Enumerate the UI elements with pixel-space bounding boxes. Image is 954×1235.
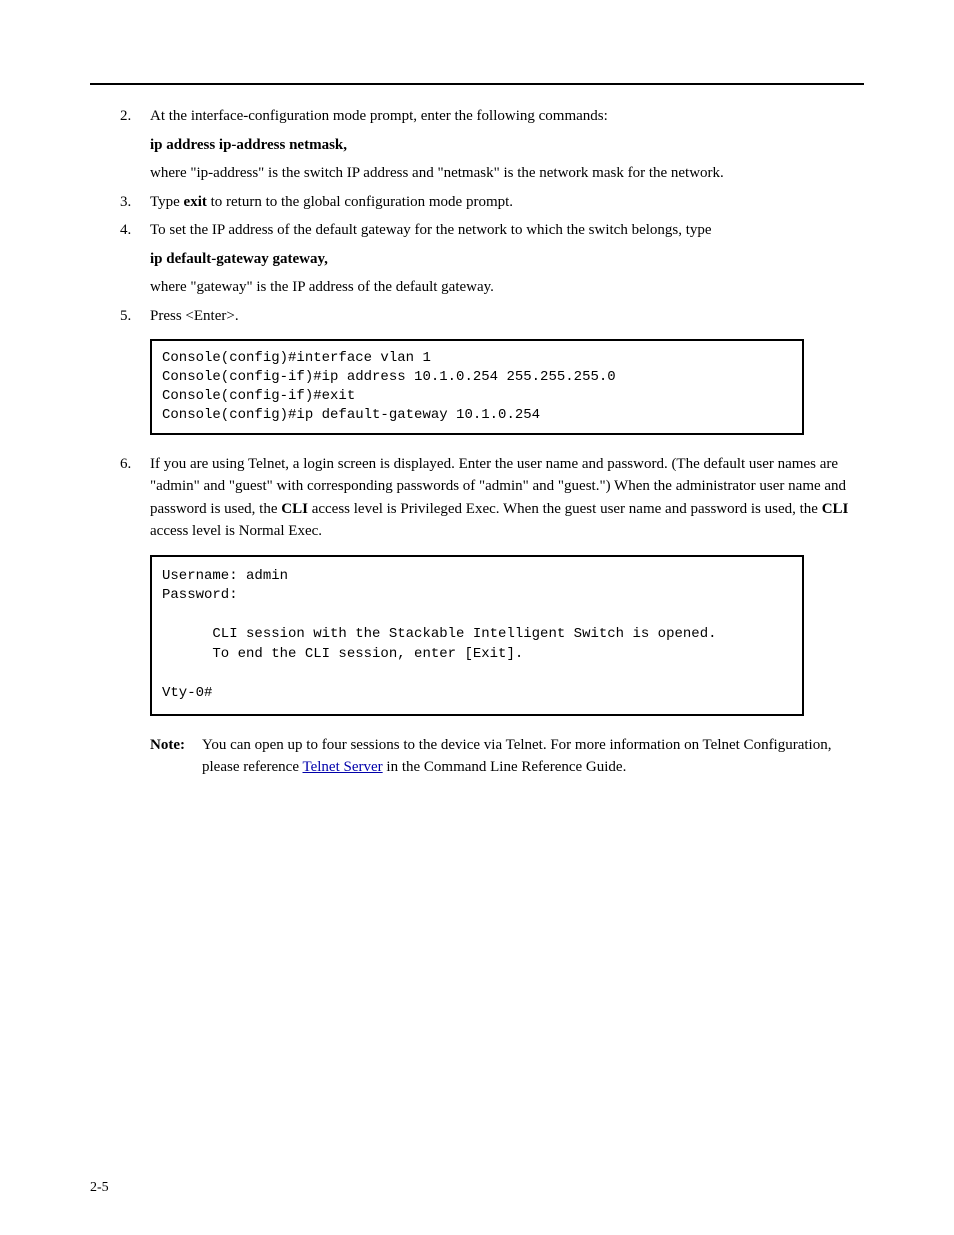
note-text-b: in the Command Line Reference Guide. (383, 759, 627, 775)
page-number: 2-5 (90, 1180, 109, 1196)
note-block: Note: You can open up to four sessions t… (150, 734, 864, 779)
cli-term-2: CLI (822, 501, 849, 517)
step-4-command: ip default-gateway gateway, (150, 248, 864, 271)
step-4-number: 4. (90, 219, 150, 242)
step-3-number: 3. (90, 191, 150, 214)
step-2: 2. At the interface-configuration mode p… (90, 105, 864, 128)
step-2-text: At the interface-configuration mode prom… (150, 105, 864, 128)
step-4-text: To set the IP address of the default gat… (150, 219, 864, 242)
step-6-text-c: access level is Normal Exec. (150, 523, 322, 539)
step-2-command: ip address ip-address netmask, (150, 134, 864, 157)
page-content: 2. At the interface-configuration mode p… (90, 105, 864, 779)
step-6-text: If you are using Telnet, a login screen … (150, 453, 864, 543)
step-5-text: Press <Enter>. (150, 305, 864, 328)
step-4-where: where "gateway" is the IP address of the… (150, 276, 864, 299)
note-text: You can open up to four sessions to the … (202, 734, 864, 779)
step-4: 4. To set the IP address of the default … (90, 219, 864, 242)
step-6-number: 6. (90, 453, 150, 543)
step-3-text: Type exit to return to the global config… (150, 191, 864, 214)
page-header-rule (90, 55, 864, 85)
step-4-command-bold: ip default-gateway gateway, (150, 251, 328, 267)
cli-output-box-2: Username: admin Password: CLI session wi… (150, 555, 804, 716)
step-2-command-bold: ip address ip-address netmask, (150, 137, 347, 153)
step-3: 3. Type exit to return to the global con… (90, 191, 864, 214)
step-6: 6. If you are using Telnet, a login scre… (90, 453, 864, 543)
cli-output-box-1: Console(config)#interface vlan 1 Console… (150, 339, 804, 435)
telnet-server-link[interactable]: Telnet Server (302, 759, 382, 775)
cli-term-1: CLI (281, 501, 308, 517)
step-5-number: 5. (90, 305, 150, 328)
step-5: 5. Press <Enter>. (90, 305, 864, 328)
step-6-text-b: access level is Privileged Exec. When th… (308, 501, 822, 517)
note-label: Note: (150, 734, 202, 779)
step-2-number: 2. (90, 105, 150, 128)
step-2-where: where "ip-address" is the switch IP addr… (150, 162, 864, 185)
